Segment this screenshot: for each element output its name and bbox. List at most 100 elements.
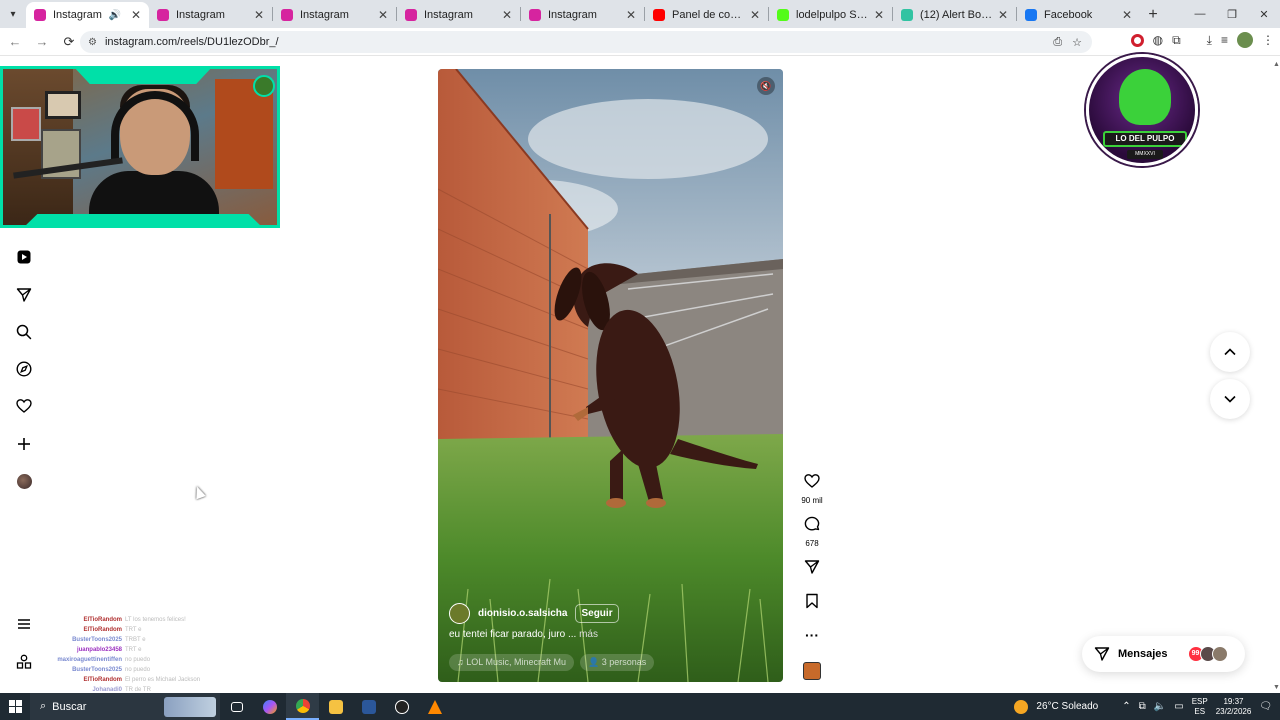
- chat-message: maxiroaguettinentiffen no puedo: [50, 655, 220, 665]
- browser-tab[interactable]: lodelpulpo Stream - ✕: [769, 2, 892, 28]
- like-action: 90 mil: [800, 473, 824, 505]
- browser-tab[interactable]: Panel de control del ✕: [645, 2, 768, 28]
- downloads-icon[interactable]: ⤓: [1207, 33, 1212, 48]
- like-heart-icon[interactable]: [800, 473, 824, 494]
- minimize-button[interactable]: —: [1184, 0, 1216, 28]
- tab-title: Instagram: [300, 9, 349, 21]
- share-send-icon[interactable]: [800, 559, 824, 580]
- tab-close-icon[interactable]: ✕: [874, 8, 884, 22]
- comment-bubble-icon[interactable]: [800, 516, 824, 537]
- reload-button[interactable]: ⟳: [57, 30, 81, 54]
- chat-text: no puedo: [125, 657, 151, 663]
- create-plus-icon[interactable]: [16, 436, 32, 452]
- battery-icon[interactable]: ▭: [1174, 701, 1183, 712]
- forward-button[interactable]: →: [30, 30, 54, 54]
- restore-button[interactable]: ❐: [1216, 0, 1248, 28]
- chrome-icon: [295, 698, 310, 713]
- tab-favicon-icon: [777, 9, 789, 21]
- copilot-app[interactable]: [253, 693, 286, 720]
- search-icon: ⌕: [40, 700, 47, 712]
- start-button[interactable]: [0, 700, 30, 713]
- task-view-button[interactable]: [220, 693, 253, 720]
- close-window-button[interactable]: ✕: [1248, 0, 1280, 28]
- clock-date: 23/2/2026: [1215, 706, 1252, 716]
- page-scrollbar[interactable]: ▲ ▼: [1272, 57, 1280, 693]
- tab-title: Instagram: [424, 9, 473, 21]
- browser-menu-icon[interactable]: ⋮: [1262, 33, 1274, 47]
- messages-icon[interactable]: [16, 287, 32, 303]
- vlc-app[interactable]: [418, 693, 451, 720]
- notifications-heart-icon[interactable]: [16, 398, 32, 414]
- notification-center-icon[interactable]: 🗨: [1259, 701, 1272, 712]
- next-reel-button[interactable]: [1210, 379, 1250, 419]
- message-avatar: [1211, 646, 1228, 662]
- more-menu-icon[interactable]: [16, 616, 32, 632]
- tab-audio-icon[interactable]: 🔊: [108, 10, 120, 21]
- site-info-icon[interactable]: ⚙: [88, 37, 97, 48]
- follow-button[interactable]: Seguir: [575, 604, 619, 623]
- reels-icon[interactable]: [16, 249, 32, 265]
- profile-avatar[interactable]: [1237, 32, 1253, 48]
- media-control-icon[interactable]: ≡: [1221, 33, 1228, 47]
- bookmark-star-icon[interactable]: ☆: [1072, 36, 1082, 49]
- chrome-app[interactable]: [286, 693, 319, 720]
- profile-avatar-icon[interactable]: [16, 473, 32, 489]
- audio-mute-icon[interactable]: 🔇: [757, 77, 775, 95]
- reel-video[interactable]: 🔇 dionisio.o.salsicha Seguir eu tentei f…: [438, 69, 783, 682]
- caption-more-link[interactable]: más: [579, 629, 598, 640]
- tab-close-icon[interactable]: ✕: [750, 8, 760, 22]
- browser-tab[interactable]: Instagram 🔊 ✕: [26, 2, 149, 28]
- chat-text: TRT e: [125, 647, 142, 653]
- browser-tab[interactable]: Instagram ✕: [397, 2, 520, 28]
- tab-close-icon[interactable]: ✕: [626, 8, 636, 22]
- tab-close-icon[interactable]: ✕: [131, 8, 141, 22]
- tray-overflow-chevron-icon[interactable]: ⌃: [1122, 701, 1130, 712]
- tab-close-icon[interactable]: ✕: [502, 8, 512, 22]
- back-button[interactable]: ←: [3, 30, 27, 54]
- volume-icon[interactable]: 🔈: [1154, 701, 1166, 712]
- also-from-meta-icon[interactable]: [16, 654, 32, 670]
- address-bar[interactable]: ⚙ instagram.com/reels/DU1lezODbr_/ ⎙ ☆: [80, 31, 1092, 53]
- save-bookmark-icon[interactable]: [800, 593, 824, 614]
- author-username[interactable]: dionisio.o.salsicha: [478, 608, 567, 619]
- file-explorer-app[interactable]: [319, 693, 352, 720]
- input-language[interactable]: ESP ES: [1192, 697, 1208, 717]
- tab-close-icon[interactable]: ✕: [378, 8, 388, 22]
- more-options-icon[interactable]: ···: [800, 627, 824, 643]
- tab-title: (12) Alert Box / Strea: [920, 9, 994, 21]
- scroll-down-arrow-icon[interactable]: ▼: [1273, 684, 1280, 691]
- scroll-up-arrow-icon[interactable]: ▲: [1273, 61, 1280, 68]
- tagged-people-pill[interactable]: 👤 3 personas: [579, 654, 655, 671]
- browser-tab[interactable]: Instagram ✕: [273, 2, 396, 28]
- extensions-puzzle-icon[interactable]: ⧉: [1172, 33, 1181, 48]
- network-icon[interactable]: ⧉: [1139, 701, 1146, 712]
- install-app-icon[interactable]: ⎙: [1053, 36, 1062, 49]
- word-app[interactable]: [352, 693, 385, 720]
- tab-close-icon[interactable]: ✕: [998, 8, 1008, 22]
- weather-icon[interactable]: [1014, 699, 1029, 714]
- tab-close-icon[interactable]: ✕: [254, 8, 264, 22]
- audio-thumbnail[interactable]: [803, 662, 821, 680]
- author-avatar[interactable]: [449, 603, 470, 624]
- taskbar-search[interactable]: ⌕ Buscar: [30, 693, 220, 720]
- obs-app[interactable]: [385, 693, 418, 720]
- opera-extension-icon[interactable]: [1130, 33, 1144, 47]
- messages-send-icon: [1094, 647, 1110, 661]
- browser-tab[interactable]: Facebook ✕: [1017, 2, 1140, 28]
- audio-track-pill[interactable]: ♫ LOL Music, Minecraft Mu: [449, 654, 574, 671]
- chevron-up-icon: [1224, 348, 1236, 356]
- taskbar-clock[interactable]: 19:37 23/2/2026: [1216, 697, 1252, 717]
- reel-author: dionisio.o.salsicha Seguir: [449, 603, 619, 624]
- weather-text[interactable]: 26°C Soleado: [1036, 701, 1098, 712]
- browser-tab[interactable]: Instagram ✕: [149, 2, 272, 28]
- browser-tab[interactable]: Instagram ✕: [521, 2, 644, 28]
- search-icon[interactable]: [16, 324, 32, 340]
- tab-close-icon[interactable]: ✕: [1122, 8, 1132, 22]
- explore-compass-icon[interactable]: [16, 361, 32, 377]
- new-tab-button[interactable]: +: [1140, 2, 1166, 28]
- messages-button[interactable]: Mensajes 99: [1082, 636, 1245, 672]
- browser-tab[interactable]: (12) Alert Box / Strea ✕: [893, 2, 1016, 28]
- tab-search-button[interactable]: ▾: [0, 0, 26, 28]
- vpn-extension-icon[interactable]: ◍: [1153, 33, 1163, 47]
- previous-reel-button[interactable]: [1210, 332, 1250, 372]
